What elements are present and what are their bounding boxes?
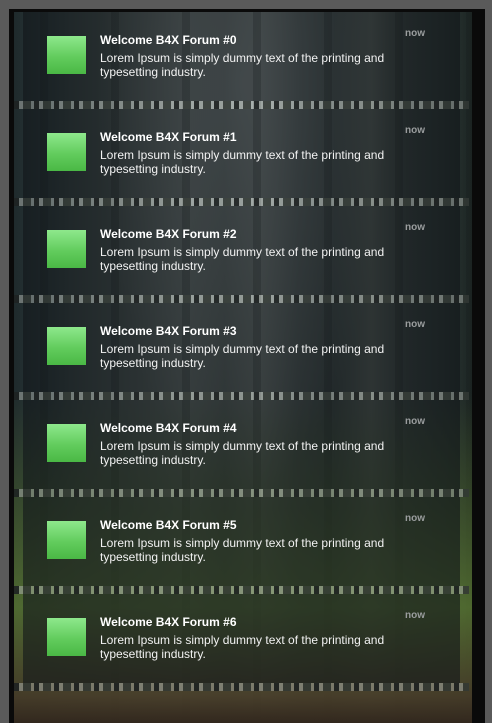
item-title: Welcome B4X Forum #1: [100, 130, 237, 144]
item-timestamp: now: [405, 416, 425, 427]
item-timestamp: now: [405, 513, 425, 524]
list-item[interactable]: Welcome B4X Forum #5 Lorem Ipsum is simp…: [14, 497, 469, 594]
item-timestamp: now: [405, 222, 425, 233]
item-thumbnail: [47, 618, 86, 656]
list-item[interactable]: Welcome B4X Forum #1 Lorem Ipsum is simp…: [14, 109, 469, 206]
item-timestamp: now: [405, 319, 425, 330]
item-body: Lorem Ipsum is simply dummy text of the …: [100, 148, 385, 176]
app-screen: Welcome B4X Forum #0 Lorem Ipsum is simp…: [14, 12, 472, 723]
list-item[interactable]: Welcome B4X Forum #6 Lorem Ipsum is simp…: [14, 594, 469, 691]
list-item[interactable]: Welcome B4X Forum #0 Lorem Ipsum is simp…: [14, 12, 469, 109]
item-title: Welcome B4X Forum #3: [100, 324, 237, 338]
item-timestamp: now: [405, 28, 425, 39]
item-timestamp: now: [405, 610, 425, 621]
item-body: Lorem Ipsum is simply dummy text of the …: [100, 51, 385, 79]
item-thumbnail: [47, 133, 86, 171]
item-title: Welcome B4X Forum #2: [100, 227, 237, 241]
item-body: Lorem Ipsum is simply dummy text of the …: [100, 342, 385, 370]
item-thumbnail: [47, 424, 86, 462]
item-body: Lorem Ipsum is simply dummy text of the …: [100, 439, 385, 467]
item-thumbnail: [47, 36, 86, 74]
item-body: Lorem Ipsum is simply dummy text of the …: [100, 536, 385, 564]
item-timestamp: now: [405, 125, 425, 136]
item-thumbnail: [47, 230, 86, 268]
item-title: Welcome B4X Forum #0: [100, 33, 237, 47]
list-item[interactable]: Welcome B4X Forum #2 Lorem Ipsum is simp…: [14, 206, 469, 303]
item-thumbnail: [47, 521, 86, 559]
item-body: Lorem Ipsum is simply dummy text of the …: [100, 633, 385, 661]
notification-list[interactable]: Welcome B4X Forum #0 Lorem Ipsum is simp…: [14, 12, 469, 691]
list-item[interactable]: Welcome B4X Forum #3 Lorem Ipsum is simp…: [14, 303, 469, 400]
list-item[interactable]: Welcome B4X Forum #4 Lorem Ipsum is simp…: [14, 400, 469, 497]
item-title: Welcome B4X Forum #4: [100, 421, 237, 435]
item-title: Welcome B4X Forum #6: [100, 615, 237, 629]
item-body: Lorem Ipsum is simply dummy text of the …: [100, 245, 385, 273]
item-title: Welcome B4X Forum #5: [100, 518, 237, 532]
item-thumbnail: [47, 327, 86, 365]
device-frame: Welcome B4X Forum #0 Lorem Ipsum is simp…: [9, 9, 485, 723]
